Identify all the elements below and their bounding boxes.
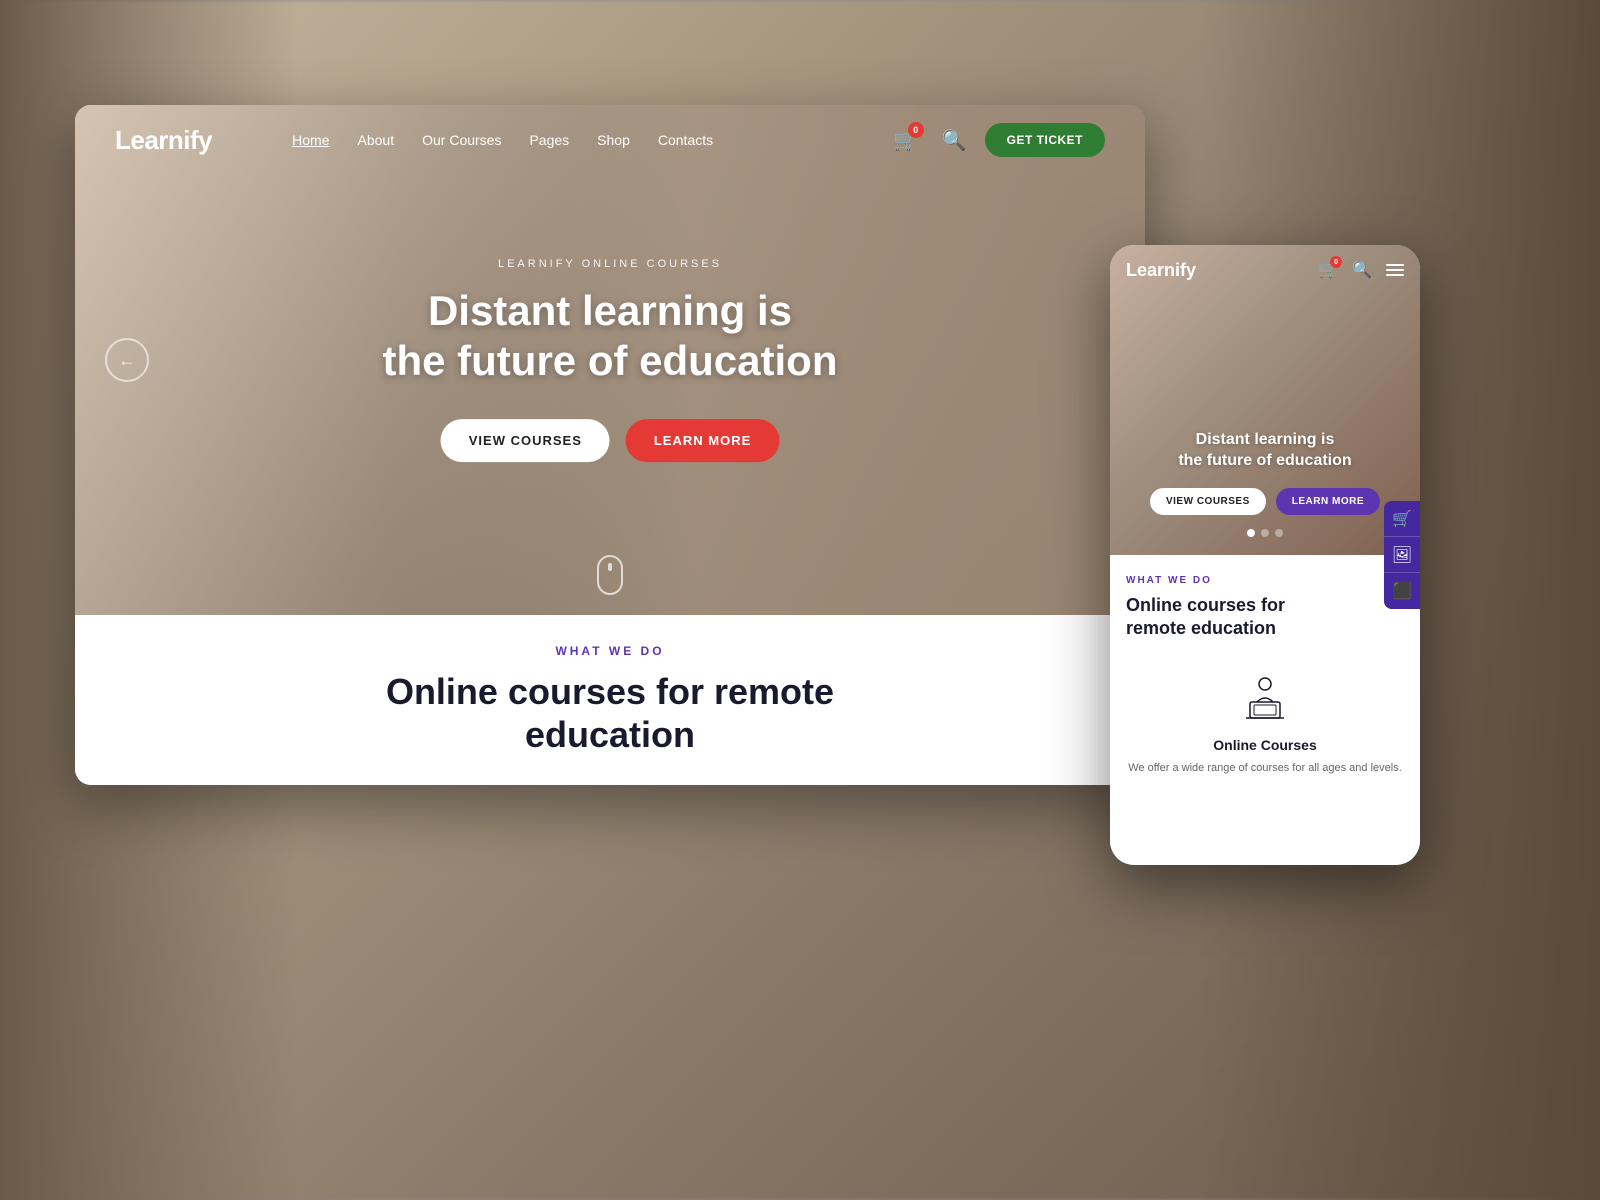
mobile-course-card: Online Courses We offer a wide range of … [1126,661,1404,786]
hero-buttons: VIEW COURSES LEARN MORE [383,419,838,462]
mobile-cart-badge: 0 [1330,256,1342,268]
view-courses-button[interactable]: VIEW COURSES [441,419,610,462]
dot-1 [1247,529,1255,537]
menu-bar-2 [1386,269,1404,271]
mobile-card-title: Online Courses [1213,737,1316,753]
mobile-card-desc: We offer a wide range of courses for all… [1128,761,1402,776]
mobile-learn-more-button[interactable]: LEARN MORE [1276,488,1380,515]
desktop-nav-actions: 🛒 0 🔍 GET TICKET [888,122,1105,158]
mobile-mockup: Learnify 🛒 0 🔍 Distant learning isthe fu… [1110,245,1420,865]
mobile-hero-content: Distant learning isthe future of educati… [1110,430,1420,515]
course-icon [1237,671,1293,727]
mobile-hero-buttons: VIEW COURSES LEARN MORE [1130,488,1400,515]
hero-prev-button[interactable]: ← [105,338,149,382]
nav-link-about[interactable]: About [358,132,395,148]
mobile-section-title: Online courses forremote education [1126,594,1404,641]
nav-link-home[interactable]: Home [292,132,329,148]
desktop-logo: Learnify [115,125,212,156]
sidebar-layout-icon[interactable]: ⬛ [1384,573,1420,609]
learn-more-button[interactable]: LEARN MORE [626,419,779,462]
hero-title: Distant learning isthe future of educati… [383,286,838,387]
mobile-hero: Learnify 🛒 0 🔍 Distant learning isthe fu… [1110,245,1420,555]
mobile-view-courses-button[interactable]: VIEW COURSES [1150,488,1266,515]
desktop-cart[interactable]: 🛒 0 [888,122,924,158]
mobile-bottom-section: WHAT WE DO Online courses forremote educ… [1110,555,1420,806]
cart-badge: 0 [908,122,924,138]
sidebar-cart-icon[interactable]: 🛒 [1384,501,1420,537]
mobile-nav-icons: 🛒 0 🔍 [1318,260,1404,280]
mobile-logo: Learnify [1126,260,1318,281]
mobile-navbar: Learnify 🛒 0 🔍 [1110,245,1420,295]
mobile-hero-title: Distant learning isthe future of educati… [1130,430,1400,472]
desktop-hero: Learnify Home About Our Courses Pages Sh… [75,105,1145,615]
get-ticket-button[interactable]: GET TICKET [985,123,1105,157]
what-we-do-label: WHAT WE DO [555,644,664,658]
hero-subtitle: LEARNIFY ONLINE COURSES [383,258,838,270]
dot-2 [1261,529,1269,537]
mobile-search-icon[interactable]: 🔍 [1352,260,1372,280]
sidebar-image-icon[interactable]: 🖼 [1384,537,1420,573]
desktop-nav-links: Home About Our Courses Pages Shop Contac… [292,132,888,148]
desktop-section-title: Online courses for remote education [386,670,834,756]
mobile-carousel-dots [1247,529,1283,537]
nav-link-contacts[interactable]: Contacts [658,132,713,148]
scroll-indicator [597,555,623,595]
desktop-search-icon[interactable]: 🔍 [942,128,967,153]
mobile-cart[interactable]: 🛒 0 [1318,260,1338,280]
desktop-mockup: Learnify Home About Our Courses Pages Sh… [75,105,1145,785]
desktop-bottom-section: WHAT WE DO Online courses for remote edu… [75,615,1145,785]
dot-3 [1275,529,1283,537]
desktop-hero-content: LEARNIFY ONLINE COURSES Distant learning… [383,258,838,462]
scroll-dot [608,563,612,571]
nav-link-shop[interactable]: Shop [597,132,630,148]
mobile-sidebar-icons: 🛒 🖼 ⬛ [1384,501,1420,609]
desktop-navbar: Learnify Home About Our Courses Pages Sh… [75,105,1145,175]
mobile-what-we-do-label: WHAT WE DO [1126,575,1404,586]
mobile-menu-button[interactable] [1386,264,1404,276]
nav-link-courses[interactable]: Our Courses [422,132,501,148]
nav-link-pages[interactable]: Pages [529,132,569,148]
menu-bar-3 [1386,274,1404,276]
menu-bar-1 [1386,264,1404,266]
